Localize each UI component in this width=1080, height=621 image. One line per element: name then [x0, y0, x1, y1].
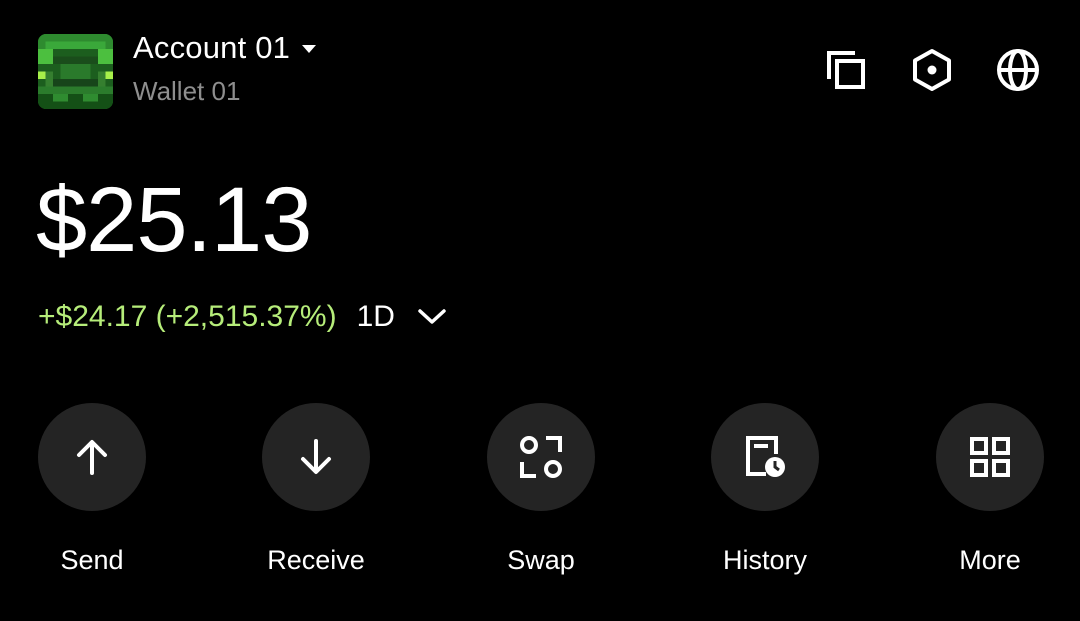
globe-icon [997, 49, 1039, 91]
grid-icon [970, 437, 1010, 477]
arrow-up-icon [77, 440, 107, 475]
history-label: History [722, 545, 807, 575]
wallet-name: Wallet 01 [133, 76, 241, 106]
copy-icon [827, 51, 865, 89]
pixel-avatar-icon [38, 34, 113, 109]
more-label: More [959, 545, 1021, 575]
balance-change: +$24.17 (+2,515.37%) [38, 300, 337, 333]
total-balance: $25.13 [36, 169, 312, 271]
caret-down-icon [302, 45, 317, 53]
account-name: Account 01 [133, 30, 291, 65]
account-selector[interactable]: Account 01 [133, 30, 317, 66]
period-selector-label[interactable]: 1D [357, 300, 395, 334]
swap-button[interactable]: Swap [471, 403, 611, 576]
send-label: Send [60, 545, 124, 575]
receive-label: Receive [267, 545, 365, 575]
receive-button[interactable]: Receive [246, 403, 386, 576]
history-button[interactable]: History [695, 403, 835, 576]
settings-button[interactable] [908, 46, 956, 94]
settings-hexagon-icon [913, 49, 951, 91]
send-button[interactable]: Send [22, 403, 162, 576]
account-avatar[interactable] [38, 34, 113, 109]
copy-button[interactable] [822, 46, 870, 94]
swap-icon [520, 436, 562, 478]
more-button[interactable]: More [920, 403, 1060, 576]
network-button[interactable] [994, 46, 1042, 94]
arrow-down-icon [301, 439, 331, 474]
chevron-down-icon[interactable] [417, 302, 447, 332]
history-icon [746, 436, 785, 477]
swap-label: Swap [507, 545, 575, 575]
